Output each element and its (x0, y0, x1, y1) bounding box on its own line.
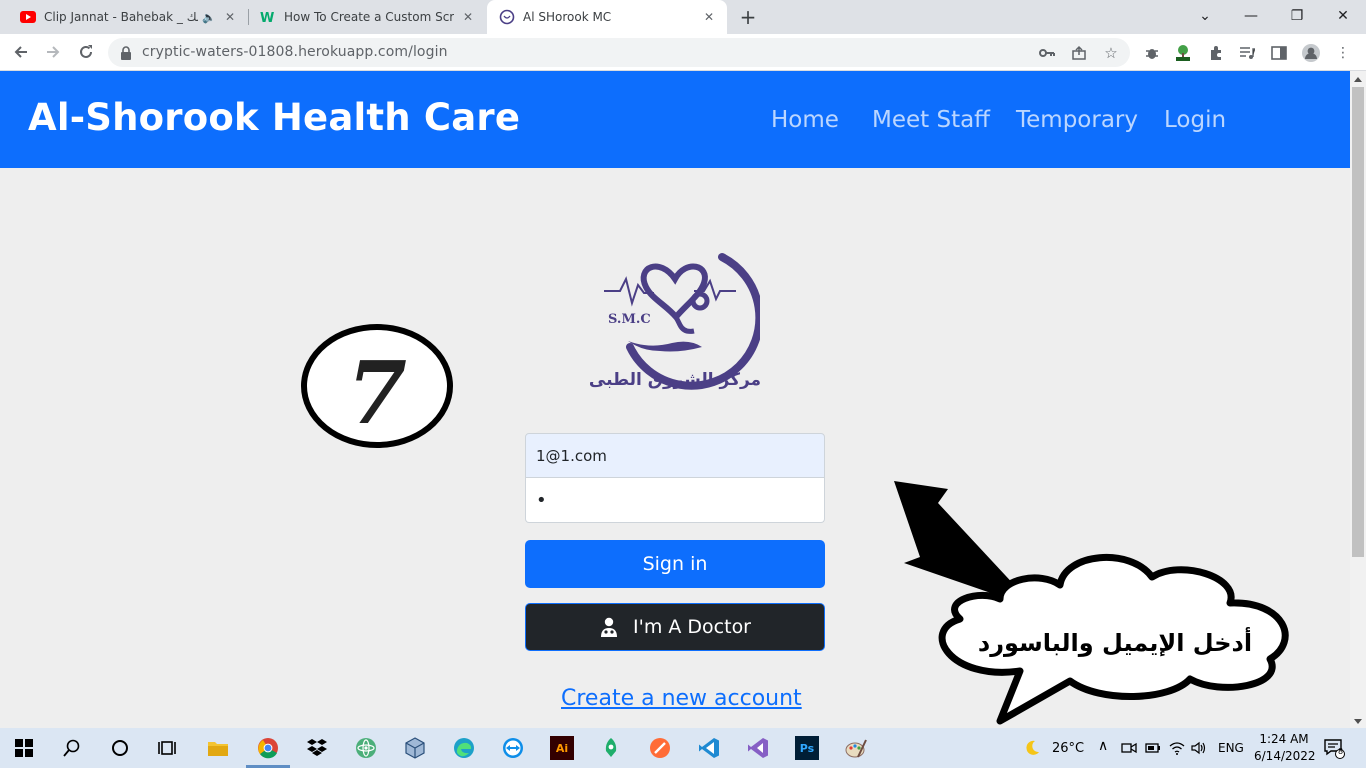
password-field[interactable]: • (525, 478, 825, 523)
paint-icon[interactable] (844, 736, 868, 760)
tab-title: How To Create a Custom Scrollba (284, 10, 454, 24)
tab-active-smc[interactable]: Al SHorook MC ✕ (487, 0, 727, 34)
password-value: • (536, 489, 547, 511)
tab-scrollbar-article[interactable]: W How To Create a Custom Scrollba ✕ (248, 0, 486, 34)
share-icon[interactable] (1070, 44, 1088, 62)
close-tab-icon[interactable]: ✕ (701, 9, 717, 25)
tab-title: Al SHorook MC (523, 10, 612, 24)
browser-tab-strip: Clip Jannat - Bahebak _ بحبك 🔈 ✕ W How T… (0, 0, 1366, 34)
close-tab-icon[interactable]: ✕ (222, 9, 238, 25)
browser-toolbar: cryptic-waters-01808.herokuapp.com/login… (0, 34, 1366, 71)
vscode-icon[interactable] (697, 736, 721, 760)
youtube-icon (20, 9, 36, 25)
extensions-puzzle-icon[interactable] (1206, 43, 1226, 63)
lock-icon[interactable] (120, 45, 132, 60)
doctor-icon (599, 617, 619, 637)
clock-time[interactable]: 1:24 AM (1259, 732, 1309, 746)
scroll-down-icon[interactable] (1354, 719, 1362, 724)
sign-in-label: Sign in (642, 553, 708, 575)
windows-taskbar: Ai Ps 26°C ∧ ENG 1:24 AM 6/14/2022 8 (0, 728, 1366, 768)
minimize-icon[interactable]: — (1228, 0, 1274, 32)
chrome-icon[interactable] (246, 736, 290, 768)
photoshop-icon[interactable]: Ps (795, 736, 819, 760)
bookmark-star-icon[interactable]: ☆ (1102, 44, 1120, 62)
bug-extension-icon[interactable] (1142, 43, 1162, 63)
illustrator-icon[interactable]: Ai (550, 736, 574, 760)
step-number-annotation: 7 (300, 323, 454, 450)
close-window-icon[interactable]: ✕ (1320, 0, 1366, 32)
volume-icon[interactable] (1190, 736, 1208, 760)
teamviewer-icon[interactable] (501, 736, 525, 760)
logo-initials: S.M.C (608, 312, 651, 327)
nav-login[interactable]: Login (1164, 107, 1226, 133)
wifi-icon[interactable] (1168, 736, 1186, 760)
tab-search-icon[interactable]: ⌄ (1182, 0, 1228, 32)
edge-icon[interactable] (452, 736, 476, 760)
media-control-icon[interactable] (1237, 43, 1257, 63)
email-value: 1@1.com (536, 446, 607, 465)
meet-now-icon[interactable] (1120, 736, 1138, 760)
nav-meet-staff[interactable]: Meet Staff (872, 107, 990, 133)
doctor-label: I'm A Doctor (633, 616, 751, 638)
virtualbox-icon[interactable] (403, 736, 427, 760)
speaker-icon[interactable]: 🔈 (202, 11, 216, 24)
step-number: 7 (347, 343, 407, 444)
smc-logo-icon (499, 9, 515, 25)
logo-arabic-name: مركز الشروق الطبى (590, 370, 760, 390)
smc-logo: S.M.C مركز الشروق الطبى (589, 221, 764, 391)
page-scrollbar[interactable] (1350, 71, 1366, 728)
create-account-link[interactable]: Create a new account (561, 686, 802, 711)
callout-text: أدخل الإيميل والباسورد (978, 627, 1252, 657)
nav-home[interactable]: Home (771, 107, 839, 133)
email-field[interactable]: 1@1.com (525, 433, 825, 478)
nav-temporary[interactable]: Temporary (1016, 107, 1138, 133)
tray-chevron-icon[interactable]: ∧ (1098, 738, 1108, 754)
url-text: cryptic-waters-01808.herokuapp.com/login (142, 44, 448, 60)
side-panel-icon[interactable] (1269, 43, 1289, 63)
tab-title: Clip Jannat - Bahebak _ بحبك (44, 10, 198, 24)
key-icon[interactable] (1038, 44, 1056, 62)
close-tab-icon[interactable]: ✕ (460, 9, 476, 25)
language-indicator[interactable]: ENG (1218, 741, 1244, 755)
site-brand[interactable]: Al-Shorook Health Care (28, 96, 520, 139)
callout-cloud-annotation: أدخل الإيميل والباسورد (890, 481, 1300, 727)
atom-editor-icon[interactable] (354, 736, 378, 760)
html-tree-extension-icon[interactable] (1173, 43, 1193, 63)
scrollbar-thumb[interactable] (1352, 87, 1364, 557)
clock-date[interactable]: 6/14/2022 (1254, 749, 1316, 763)
scroll-up-icon[interactable] (1354, 77, 1362, 82)
svg-text:W: W (260, 11, 274, 24)
visual-studio-icon[interactable] (746, 736, 770, 760)
new-tab-button[interactable]: + (736, 5, 760, 29)
tab-youtube[interactable]: Clip Jannat - Bahebak _ بحبك 🔈 ✕ (8, 0, 248, 34)
sign-in-button[interactable]: Sign in (525, 540, 825, 588)
reload-icon[interactable] (73, 39, 99, 65)
task-view-icon[interactable] (156, 736, 180, 760)
windows-start-icon[interactable] (12, 736, 36, 760)
dropbox-icon[interactable] (305, 736, 329, 760)
notification-center-icon[interactable]: 8 (1322, 736, 1346, 760)
weather-temperature[interactable]: 26°C (1052, 741, 1084, 756)
gitkraken-icon[interactable] (599, 736, 623, 760)
back-arrow-icon[interactable] (8, 39, 34, 65)
forward-arrow-icon[interactable] (40, 39, 66, 65)
weather-moon-icon[interactable] (1020, 736, 1044, 760)
profile-avatar-icon[interactable] (1301, 43, 1321, 63)
kebab-menu-icon[interactable]: ⋮ (1333, 43, 1353, 63)
w-site-icon: W (260, 9, 276, 25)
notification-count: 8 (1337, 747, 1344, 756)
doctor-login-button[interactable]: I'm A Doctor (525, 603, 825, 651)
battery-icon[interactable] (1144, 736, 1162, 760)
cortana-icon[interactable] (108, 736, 132, 760)
restore-icon[interactable]: ❐ (1274, 0, 1320, 32)
site-navbar: Al-Shorook Health Care Home Meet Staff T… (0, 71, 1350, 168)
page-viewport: Al-Shorook Health Care Home Meet Staff T… (0, 71, 1350, 728)
search-icon[interactable] (60, 736, 84, 760)
file-explorer-icon[interactable] (206, 736, 230, 760)
postman-icon[interactable] (648, 736, 672, 760)
address-bar[interactable]: cryptic-waters-01808.herokuapp.com/login… (108, 38, 1130, 67)
